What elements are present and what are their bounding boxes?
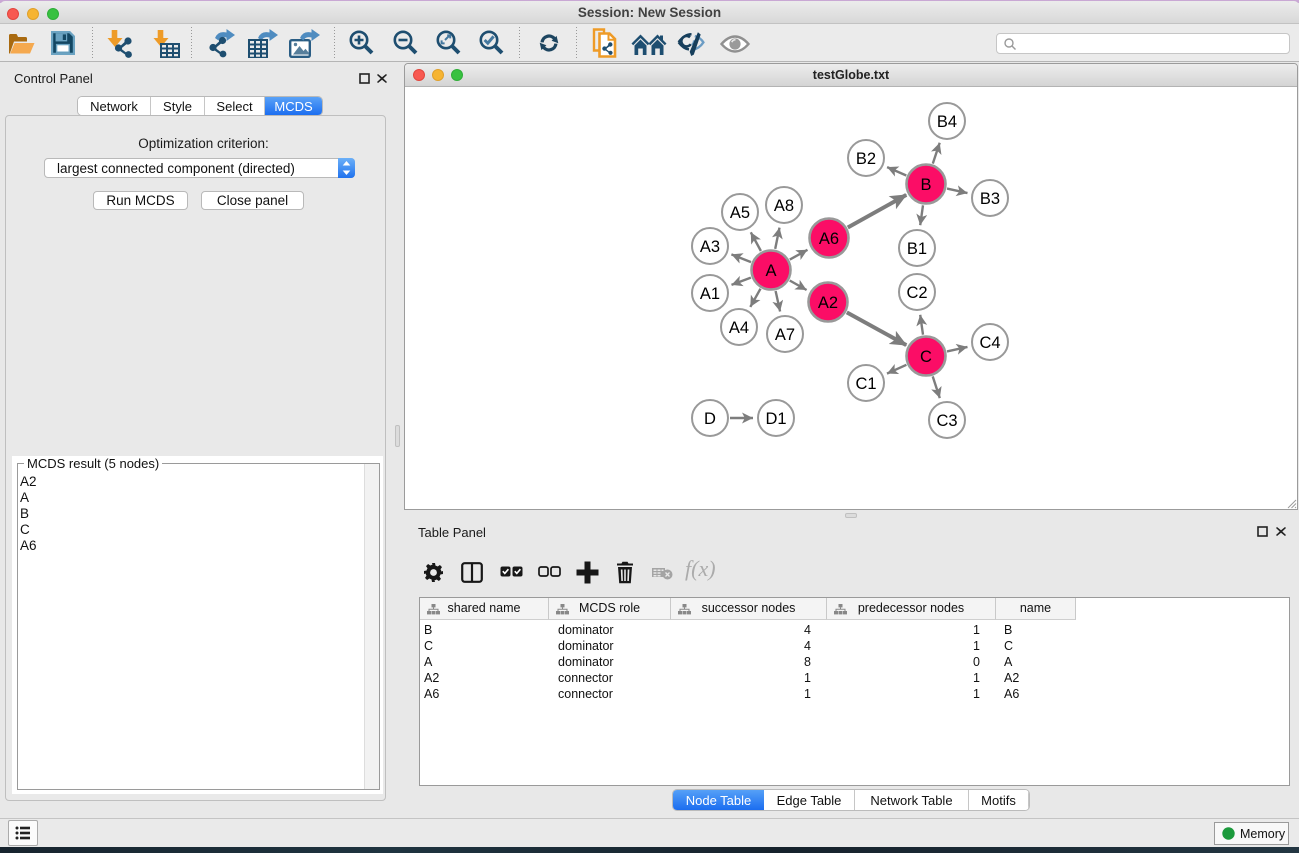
svg-text:A4: A4 <box>729 319 749 337</box>
svg-text:C4: C4 <box>979 334 1000 352</box>
svg-text:C3: C3 <box>936 412 957 430</box>
svg-text:D: D <box>704 410 716 428</box>
svg-text:A1: A1 <box>700 285 720 303</box>
svg-text:A2: A2 <box>818 294 838 312</box>
svg-text:B3: B3 <box>980 190 1000 208</box>
svg-text:A3: A3 <box>700 238 720 256</box>
svg-text:C: C <box>920 348 932 366</box>
svg-text:D1: D1 <box>765 410 786 428</box>
svg-text:B2: B2 <box>856 150 876 168</box>
svg-text:B1: B1 <box>907 240 927 258</box>
svg-text:A8: A8 <box>774 197 794 215</box>
svg-text:A5: A5 <box>730 204 750 222</box>
svg-text:B: B <box>920 176 931 194</box>
svg-text:A7: A7 <box>775 326 795 344</box>
svg-text:B4: B4 <box>937 113 957 131</box>
svg-text:A6: A6 <box>819 230 839 248</box>
svg-text:C2: C2 <box>906 284 927 302</box>
svg-text:C1: C1 <box>855 375 876 393</box>
svg-text:A: A <box>765 262 776 280</box>
